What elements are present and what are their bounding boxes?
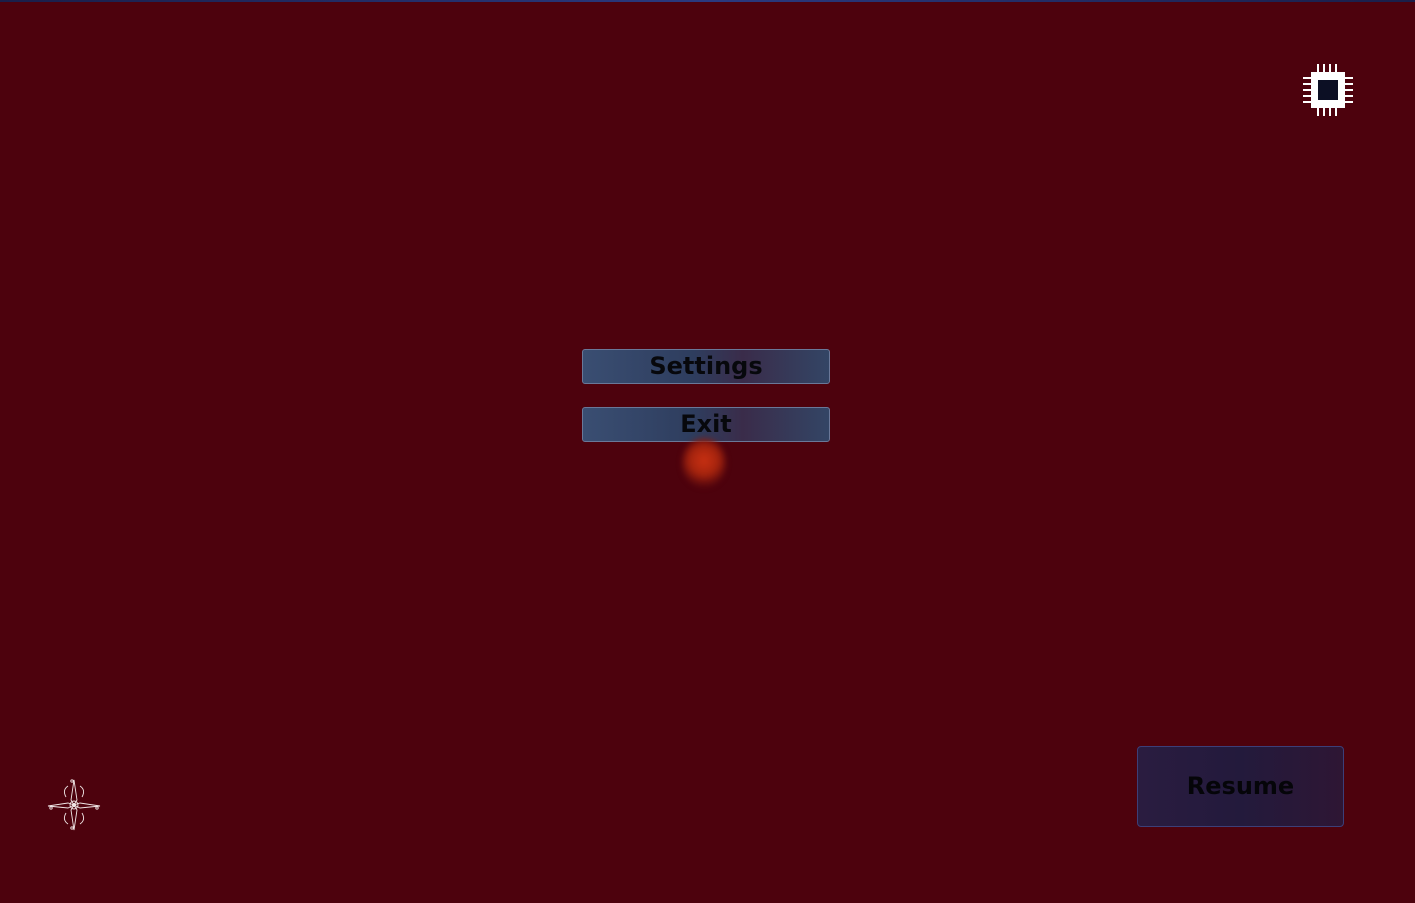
compass-star-icon	[44, 776, 104, 834]
resume-button[interactable]: Resume	[1137, 746, 1344, 827]
pause-screen: Settings Exit Resume	[0, 0, 1415, 903]
top-border	[0, 0, 1415, 2]
red-glow-cursor	[682, 438, 726, 488]
exit-button[interactable]: Exit	[582, 407, 830, 442]
cpu-chip-icon[interactable]	[1300, 62, 1360, 120]
settings-button[interactable]: Settings	[582, 349, 830, 384]
